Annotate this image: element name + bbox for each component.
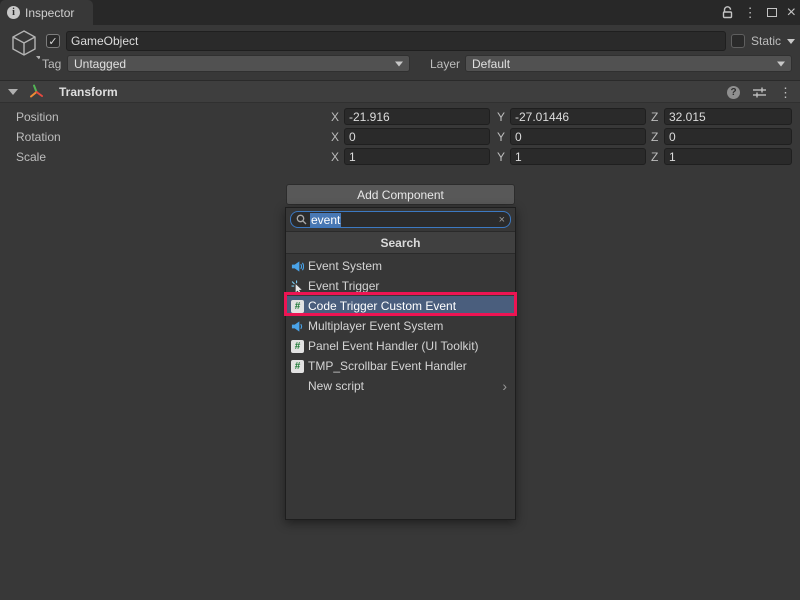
layer-dropdown[interactable]: Default [465, 55, 792, 72]
rotation-y-field[interactable] [510, 128, 646, 145]
scale-x-field[interactable] [344, 148, 490, 165]
item-label: Event Trigger [308, 279, 379, 293]
transform-title: Transform [59, 85, 118, 99]
position-x-field[interactable] [344, 108, 490, 125]
axis-x-label: X [331, 130, 339, 144]
rotation-label: Rotation [16, 130, 61, 144]
tag-value: Untagged [74, 57, 126, 71]
tag-dropdown-arrow-icon [395, 61, 403, 66]
maximize-icon[interactable] [767, 8, 777, 17]
search-value: event [310, 213, 341, 227]
component-item-event-system[interactable]: Event System [286, 256, 515, 276]
add-component-popup: event × Search Event System Event Trigge… [285, 207, 516, 520]
close-icon[interactable]: × [787, 5, 796, 21]
static-dropdown-icon[interactable] [787, 39, 795, 44]
event-trigger-icon [291, 280, 304, 293]
component-item-tmp-scrollbar-event-handler[interactable]: # TMP_Scrollbar Event Handler [286, 356, 515, 376]
axis-x-label: X [331, 150, 339, 164]
submenu-chevron-icon: › [502, 379, 507, 393]
item-label: TMP_Scrollbar Event Handler [308, 359, 467, 373]
item-label: Code Trigger Custom Event [308, 299, 456, 313]
component-item-code-trigger-custom-event[interactable]: # Code Trigger Custom Event [286, 296, 515, 316]
scale-z-field[interactable] [664, 148, 792, 165]
component-search-input[interactable]: event × [290, 211, 511, 228]
event-system-icon [291, 260, 304, 273]
gameobject-cube-icon[interactable] [8, 28, 40, 67]
component-item-new-script[interactable]: New script › [286, 376, 515, 396]
help-icon[interactable]: ? [727, 86, 740, 99]
component-menu-icon[interactable]: ⋮ [779, 85, 792, 101]
component-item-event-trigger[interactable]: Event Trigger [286, 276, 515, 296]
tab-inspector[interactable]: i Inspector [0, 0, 93, 25]
transform-header[interactable]: Transform ? ⋮ [0, 80, 800, 103]
rotation-z-field[interactable] [664, 128, 792, 145]
add-component-button[interactable]: Add Component [286, 184, 515, 205]
unlock-icon[interactable] [721, 5, 734, 21]
axis-y-label: Y [497, 110, 505, 124]
scale-y-field[interactable] [510, 148, 646, 165]
tag-label: Tag [42, 57, 61, 71]
transform-icon [28, 83, 45, 100]
static-label: Static [751, 34, 781, 48]
layer-dropdown-arrow-icon [777, 61, 785, 66]
info-icon: i [7, 6, 20, 19]
axis-z-label: Z [651, 110, 658, 124]
foldout-arrow-icon[interactable] [8, 89, 18, 95]
axis-z-label: Z [651, 150, 658, 164]
position-z-field[interactable] [664, 108, 792, 125]
item-label: Event System [308, 259, 382, 273]
item-label: New script [308, 379, 364, 393]
event-system-icon [291, 320, 304, 333]
csharp-script-icon: # [291, 300, 304, 313]
static-checkbox[interactable]: ✓ [731, 34, 745, 48]
item-label: Multiplayer Event System [308, 319, 443, 333]
window-menu-icon[interactable]: ⋮ [744, 6, 757, 19]
search-icon [296, 214, 307, 225]
active-checkbox[interactable]: ✓ [46, 34, 60, 48]
axis-y-label: Y [497, 130, 505, 144]
tag-dropdown[interactable]: Untagged [67, 55, 410, 72]
axis-x-label: X [331, 110, 339, 124]
layer-label: Layer [430, 57, 460, 71]
csharp-script-icon: # [291, 340, 304, 353]
clear-search-icon[interactable]: × [499, 214, 505, 226]
presets-icon[interactable] [752, 86, 767, 99]
titlebar: i Inspector ⋮ × [0, 0, 800, 25]
search-results-header: Search [286, 231, 515, 254]
layer-value: Default [472, 57, 510, 71]
unity-inspector-window: i Inspector ⋮ × ✓ ✓ Static [0, 0, 800, 600]
tab-label: Inspector [25, 6, 74, 20]
component-item-multiplayer-event-system[interactable]: Multiplayer Event System [286, 316, 515, 336]
item-label: Panel Event Handler (UI Toolkit) [308, 339, 479, 353]
component-item-panel-event-handler[interactable]: # Panel Event Handler (UI Toolkit) [286, 336, 515, 356]
axis-z-label: Z [651, 130, 658, 144]
position-y-field[interactable] [510, 108, 646, 125]
csharp-script-icon: # [291, 360, 304, 373]
position-label: Position [16, 110, 59, 124]
rotation-x-field[interactable] [344, 128, 490, 145]
scale-label: Scale [16, 150, 46, 164]
axis-y-label: Y [497, 150, 505, 164]
gameobject-name-field[interactable] [66, 31, 726, 51]
